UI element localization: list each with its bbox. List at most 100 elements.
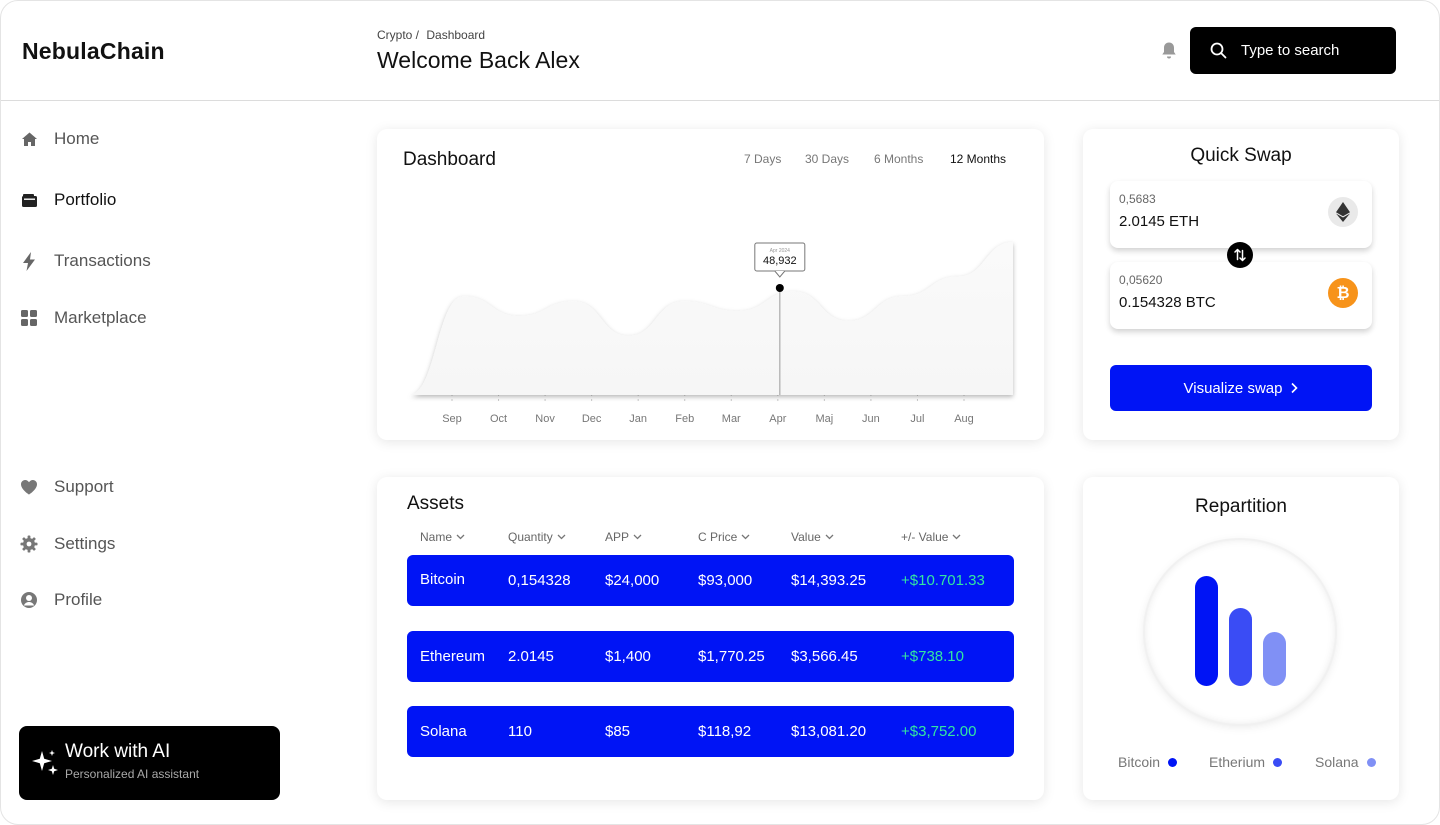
gear-icon [20, 535, 38, 553]
quick-swap-title: Quick Swap [1190, 145, 1292, 166]
asset-change: +$10.701.33 [901, 572, 985, 589]
assets-title: Assets [407, 493, 465, 514]
legend-etherium: Etherium [1209, 754, 1283, 770]
x-axis-tick-label: Oct [490, 413, 507, 425]
breadcrumb: Crypto / Dashboard [377, 28, 489, 42]
x-axis-tick-label: Mar [722, 413, 741, 425]
sidebar-item-profile[interactable]: Profile [20, 590, 102, 610]
breadcrumb-crypto[interactable]: Crypto / [377, 28, 419, 42]
repartition-chart [1145, 540, 1335, 724]
x-axis-tick-label: Feb [675, 413, 694, 425]
swap-from-field[interactable]: 0,5683 2.0145 ETH [1110, 181, 1372, 248]
chevron-right-icon [1291, 382, 1299, 394]
repartition-card: Repartition Bitcoin Etherium Solana [1083, 477, 1399, 800]
swap-from-amount: 2.0145 ETH [1119, 213, 1200, 230]
tooltip-value: 48,932 [763, 255, 797, 267]
asset-value: $13,081.20 [791, 723, 867, 740]
bar-bitcoin [1195, 576, 1218, 686]
app-window: NebulaChain Crypto / Dashboard Welcome B… [0, 0, 1440, 825]
x-axis-tick-label: Maj [815, 413, 833, 425]
app-logo[interactable]: NebulaChain [22, 38, 165, 65]
column-header-quantity[interactable]: Quantity [508, 530, 566, 544]
lightning-icon [20, 251, 38, 271]
asset-cprice: $1,770.25 [698, 648, 765, 665]
work-with-ai-button[interactable]: Work with AI Personalized AI assistant [19, 726, 280, 800]
column-header-name[interactable]: Name [420, 530, 465, 544]
portfolio-area-chart[interactable]: Sep Oct Nov Dec Jan Feb Mar Apr Maj Jun Jul Aug Apr… [377, 129, 1044, 440]
sidebar-item-marketplace[interactable]: Marketplace [20, 308, 147, 328]
column-header-change[interactable]: +/- Value [901, 530, 961, 544]
legend-label: Bitcoin [1118, 754, 1161, 770]
page-title: Welcome Back Alex [377, 47, 580, 73]
column-header-value[interactable]: Value [791, 530, 834, 544]
legend-bitcoin: Bitcoin [1118, 754, 1178, 770]
chevron-down-icon [557, 534, 566, 540]
sidebar-item-support[interactable]: Support [20, 477, 114, 497]
x-axis-tick-label: Nov [535, 413, 555, 425]
asset-row-solana[interactable]: Solana 110 $85 $118,92 $13,081.20 +$3,75… [407, 706, 1014, 757]
asset-quantity: 2.0145 [508, 648, 554, 665]
legend-dot [1273, 757, 1283, 767]
breadcrumb-dashboard[interactable]: Dashboard [426, 28, 485, 42]
home-icon [20, 130, 38, 148]
asset-row-ethereum[interactable]: Ethereum 2.0145 $1,400 $1,770.25 $3,566.… [407, 631, 1014, 682]
chevron-down-icon [456, 534, 465, 540]
x-axis-tick-label: Jan [629, 413, 647, 425]
sidebar-item-portfolio[interactable]: Portfolio [20, 190, 116, 210]
swap-to-field[interactable]: 0,05620 0.154328 BTC ₿ [1110, 262, 1372, 329]
legend-dot [1168, 757, 1178, 767]
tooltip-label: Apr 2024 [770, 248, 791, 254]
sidebar-item-home[interactable]: Home [20, 129, 99, 149]
x-axis-tick-label: Dec [582, 413, 602, 425]
sidebar-item-label: Settings [54, 534, 116, 553]
asset-change: +$3,752.00 [901, 723, 977, 740]
visualize-swap-button[interactable]: Visualize swap [1110, 365, 1372, 411]
legend-solana: Solana [1315, 754, 1376, 770]
asset-name: Bitcoin [420, 571, 466, 588]
sidebar-item-settings[interactable]: Settings [20, 534, 115, 554]
top-header: NebulaChain Crypto / Dashboard Welcome B… [1, 1, 1439, 101]
asset-value: $14,393.25 [791, 572, 867, 589]
chevron-down-icon [741, 534, 750, 540]
quick-swap-card: Quick Swap 0,5683 2.0145 ETH 0,05620 0.1… [1083, 129, 1399, 440]
asset-change: +$738.10 [901, 648, 964, 665]
x-axis-tick-label: Sep [442, 413, 462, 425]
asset-cprice: $93,000 [698, 572, 753, 589]
repartition-title: Repartition [1195, 496, 1287, 517]
bell-icon[interactable] [1160, 41, 1178, 61]
asset-cprice: $118,92 [698, 723, 752, 740]
assets-card: Assets Name Quantity APP C Price Value +… [377, 477, 1044, 800]
sidebar-item-transactions[interactable]: Transactions [20, 251, 151, 271]
asset-app: $85 [605, 723, 631, 740]
legend-label: Etherium [1209, 754, 1266, 770]
x-axis-tick-label: Apr [769, 413, 786, 425]
x-axis-tick-label: Jun [862, 413, 880, 425]
grid-icon [20, 309, 38, 327]
chart-highlight-point[interactable] [775, 284, 784, 292]
column-header-app[interactable]: APP [605, 530, 642, 544]
asset-quantity: 0,154328 [508, 572, 571, 589]
wallet-icon [20, 191, 38, 209]
ethereum-icon [1328, 197, 1358, 227]
bar-solana [1263, 632, 1286, 686]
user-circle-icon [20, 591, 38, 609]
sidebar-item-label: Marketplace [54, 308, 147, 327]
search-input[interactable]: Type to search [1190, 27, 1396, 74]
sparkles-icon [32, 750, 58, 775]
sidebar-item-label: Support [54, 477, 114, 496]
column-header-cprice[interactable]: C Price [698, 530, 750, 544]
search-icon [1210, 42, 1227, 59]
x-axis-tick-label: Jul [910, 413, 924, 425]
dashboard-card: Dashboard 7 Days 30 Days 6 Months 12 Mon… [377, 129, 1044, 440]
bitcoin-icon: ₿ [1328, 278, 1358, 308]
swap-arrows-icon[interactable] [1227, 242, 1253, 268]
asset-value: $3,566.45 [791, 648, 858, 665]
legend-label: Solana [1315, 754, 1359, 770]
swap-to-sub: 0,05620 [1119, 273, 1163, 287]
search-placeholder: Type to search [1241, 42, 1340, 59]
asset-row-bitcoin[interactable]: Bitcoin 0,154328 $24,000 $93,000 $14,393… [407, 555, 1014, 606]
ai-card-title: Work with AI [65, 741, 171, 762]
ai-card-subtitle: Personalized AI assistant [65, 767, 200, 781]
chart-tooltip-tail [774, 270, 786, 278]
asset-name: Ethereum [420, 648, 486, 665]
